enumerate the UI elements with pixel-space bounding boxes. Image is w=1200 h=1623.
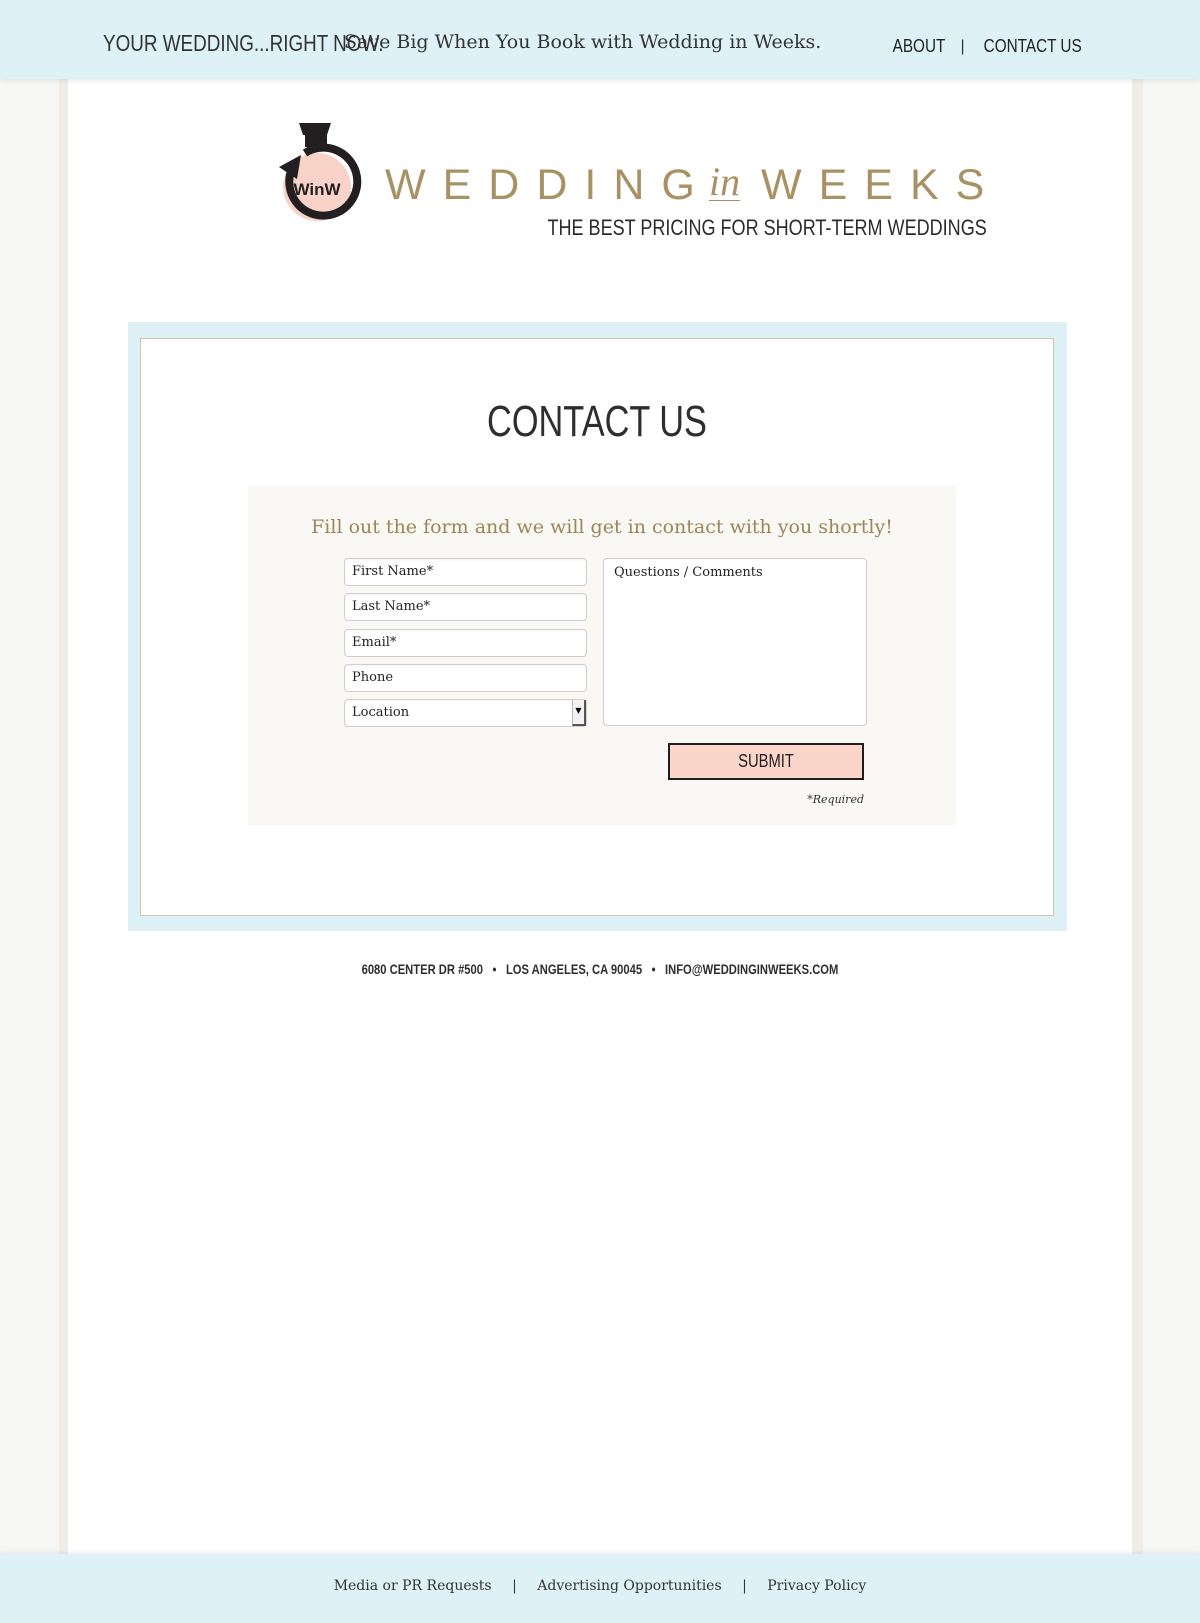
top-bar: YOUR WEDDING...RIGHT NOW. Save Big When … — [0, 0, 1200, 79]
footer-separator: | — [512, 1578, 517, 1594]
form-intro: Fill out the form and we will get in con… — [311, 516, 893, 538]
address-street: 6080 CENTER DR #500 — [361, 961, 484, 977]
location-select[interactable]: Location ▼ — [344, 699, 587, 727]
logo-subtitle: THE BEST PRICING FOR SHORT-TERM WEDDINGS — [547, 215, 987, 240]
email-field[interactable] — [344, 629, 587, 657]
last-name-field[interactable] — [344, 593, 587, 621]
email-input[interactable] — [352, 635, 579, 650]
address-separator: • — [492, 961, 497, 977]
nav-separator: | — [960, 37, 965, 55]
footer-link-privacy[interactable]: Privacy Policy — [767, 1578, 866, 1594]
first-name-field[interactable] — [344, 558, 587, 586]
logo-word-wedding: WEDDING — [385, 161, 712, 209]
phone-field[interactable] — [344, 664, 587, 692]
site-logo[interactable]: WinW WEDDING in WEEKS THE BEST PRICING F… — [275, 123, 987, 243]
tagline-bold: YOUR WEDDING...RIGHT NOW. — [103, 30, 384, 56]
logo-monogram: WinW — [293, 180, 341, 199]
address-city: LOS ANGELES, CA 90045 — [505, 961, 643, 977]
footer-separator: | — [742, 1578, 747, 1594]
location-select-value: Location — [352, 705, 410, 720]
submit-button[interactable]: SUBMIT — [668, 743, 864, 780]
first-name-input[interactable] — [352, 564, 579, 579]
nav-about[interactable]: ABOUT — [893, 36, 946, 57]
submit-label: SUBMIT — [738, 751, 794, 771]
contact-form: Fill out the form and we will get in con… — [248, 486, 956, 825]
top-nav: ABOUT | CONTACT US — [888, 36, 1090, 57]
tagline-text: Save Big When You Book with Wedding in W… — [344, 31, 822, 53]
comments-textarea[interactable]: Questions / Comments — [603, 558, 867, 726]
logo-word-weeks: WEEKS — [761, 161, 1002, 209]
address-line: 6080 CENTER DR #500 • LOS ANGELES, CA 90… — [0, 961, 1200, 977]
chevron-down-icon[interactable]: ▼ — [572, 700, 586, 726]
contact-card: CONTACT US Fill out the form and we will… — [140, 338, 1054, 916]
address-separator: • — [651, 961, 656, 977]
logo-word-in: in — [709, 159, 741, 204]
footer: Media or PR Requests | Advertising Oppor… — [0, 1554, 1200, 1623]
phone-input[interactable] — [352, 670, 579, 685]
ring-logo-icon: WinW — [279, 123, 362, 221]
address-email[interactable]: INFO@WEDDINGINWEEKS.COM — [665, 961, 838, 977]
page-title: CONTACT US — [487, 397, 707, 446]
footer-link-advertising[interactable]: Advertising Opportunities — [537, 1578, 721, 1594]
footer-link-media-pr[interactable]: Media or PR Requests — [334, 1578, 492, 1594]
comments-placeholder: Questions / Comments — [614, 565, 763, 580]
last-name-input[interactable] — [352, 599, 579, 614]
contact-section: CONTACT US Fill out the form and we will… — [128, 322, 1067, 931]
required-note: *Required — [807, 793, 864, 806]
nav-contact-us[interactable]: CONTACT US — [983, 36, 1081, 57]
footer-links: Media or PR Requests | Advertising Oppor… — [0, 1578, 1200, 1594]
